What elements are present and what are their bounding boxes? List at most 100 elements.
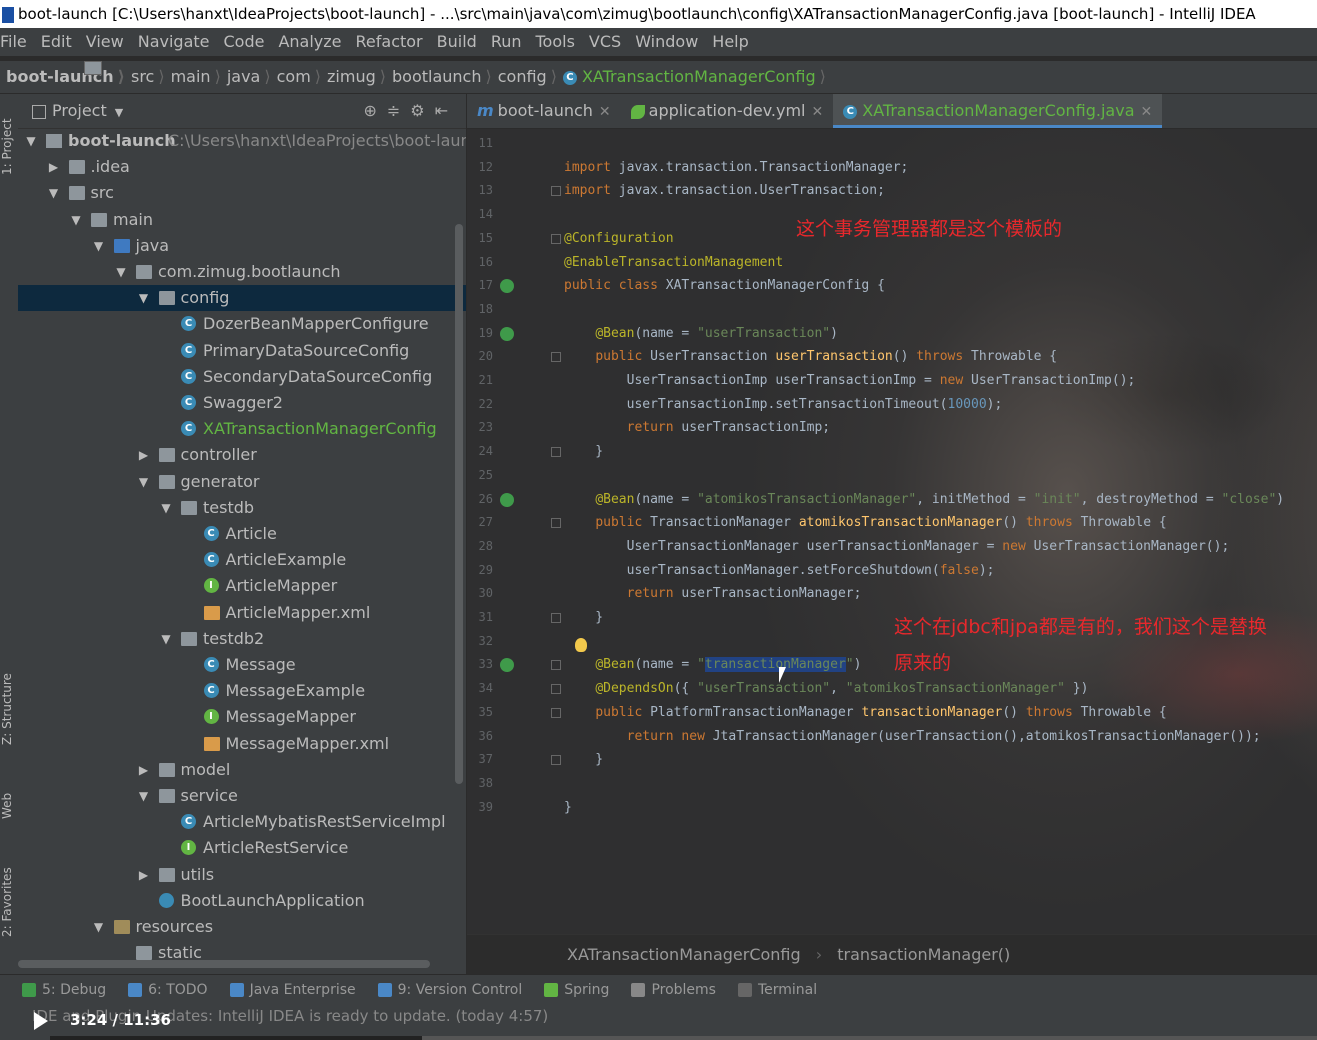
menu-file[interactable]: File: [0, 32, 27, 51]
web-tool-tab[interactable]: Web: [0, 784, 18, 828]
menu-build[interactable]: Build: [437, 32, 477, 51]
bottom-tool-debug[interactable]: 5: Debug: [22, 982, 106, 998]
close-icon[interactable]: ✕: [812, 104, 824, 120]
bottom-tool-spring[interactable]: Spring: [544, 982, 609, 998]
nav-crumb[interactable]: java ⟩: [84, 61, 271, 93]
tree-item[interactable]: ▼ resources: [18, 914, 466, 940]
tree-item[interactable]: ▼ boot-launch C:\Users\hanxt\IdeaProjects\…: [18, 128, 466, 154]
tree-item[interactable]: ▼ generator: [18, 469, 466, 495]
tree-item[interactable]: I ArticleRestService: [18, 835, 466, 861]
chevron-down-icon[interactable]: ▼: [137, 469, 151, 495]
menu-code[interactable]: Code: [224, 32, 265, 51]
tree-item[interactable]: ▼ java: [18, 233, 466, 259]
chevron-down-icon[interactable]: ▼: [69, 207, 83, 233]
favorites-tool-tab[interactable]: 2: Favorites: [0, 862, 18, 942]
menu-vcs[interactable]: VCS: [589, 32, 621, 51]
bottom-tool-todo[interactable]: 6: TODO: [128, 982, 208, 998]
project-view-dropdown[interactable]: Project: [52, 101, 107, 120]
tree-item[interactable]: C DozerBeanMapperConfigure: [18, 311, 466, 337]
close-icon[interactable]: ✕: [1141, 104, 1153, 120]
chevron-right-icon[interactable]: ▶: [137, 442, 151, 468]
tree-item[interactable]: ▼ testdb: [18, 495, 466, 521]
chevron-down-icon[interactable]: ▼: [114, 259, 128, 285]
structure-tool-tab[interactable]: Z: Structure: [0, 664, 18, 754]
tree-horizontal-scrollbar[interactable]: [18, 960, 430, 968]
menu-navigate[interactable]: Navigate: [138, 32, 210, 51]
chevron-down-icon[interactable]: ▼: [159, 495, 173, 521]
bottom-tool-terminal[interactable]: Terminal: [737, 982, 817, 998]
nav-crumb[interactable]: config ⟩: [84, 61, 557, 93]
bottom-tool-version-control[interactable]: 9: Version Control: [377, 982, 522, 998]
menu-analyze[interactable]: Analyze: [278, 32, 341, 51]
tree-item[interactable]: ArticleMapper.xml: [18, 600, 466, 626]
editor-tab[interactable]: C XATransactionManagerConfig.java ✕: [833, 94, 1163, 128]
chevron-down-icon[interactable]: ▼: [24, 128, 38, 154]
tree-item[interactable]: ▼ src: [18, 180, 466, 206]
locate-icon[interactable]: ⊕: [363, 101, 386, 120]
chevron-right-icon[interactable]: ▶: [137, 757, 151, 783]
tree-item[interactable]: BootLaunchApplication: [18, 888, 466, 914]
editor-tab[interactable]: application-dev.yml ✕: [621, 94, 834, 128]
tree-item[interactable]: C PrimaryDataSourceConfig: [18, 338, 466, 364]
tree-item[interactable]: C Swagger2: [18, 390, 466, 416]
menu-edit[interactable]: Edit: [41, 32, 72, 51]
menu-tools[interactable]: Tools: [536, 32, 575, 51]
tree-item[interactable]: MessageMapper.xml: [18, 731, 466, 757]
chevron-down-icon[interactable]: ▼: [137, 783, 151, 809]
nav-crumb[interactable]: src ⟩: [84, 61, 165, 93]
tree-vertical-scrollbar[interactable]: [455, 224, 463, 784]
nav-crumb[interactable]: com ⟩: [84, 61, 321, 93]
tree-item[interactable]: ▶ .idea: [18, 154, 466, 180]
tree-item[interactable]: ▶ controller: [18, 442, 466, 468]
hide-panel-icon[interactable]: ⇤: [435, 101, 458, 120]
nav-crumb[interactable]: boot-launch ⟩: [6, 61, 125, 93]
tree-item[interactable]: ▶ model: [18, 757, 466, 783]
nav-crumb[interactable]: zimug ⟩: [84, 61, 386, 93]
tree-item[interactable]: I MessageMapper: [18, 704, 466, 730]
code-area[interactable]: import javax.transaction.TransactionMana…: [467, 128, 1317, 934]
close-icon[interactable]: ✕: [599, 104, 611, 120]
menu-run[interactable]: Run: [491, 32, 522, 51]
tree-item[interactable]: C ArticleMybatisRestServiceImpl: [18, 809, 466, 835]
nav-crumb[interactable]: C XATransactionManagerConfig ⟩: [562, 61, 826, 93]
chevron-down-icon[interactable]: ▼: [115, 106, 123, 119]
tree-item[interactable]: I ArticleMapper: [18, 573, 466, 599]
chevron-down-icon[interactable]: ▼: [47, 180, 61, 206]
menu-refactor[interactable]: Refactor: [356, 32, 423, 51]
tree-item[interactable]: ▼ com.zimug.bootlaunch: [18, 259, 466, 285]
chevron-down-icon[interactable]: ▼: [92, 233, 106, 259]
tree-item[interactable]: ▼ config: [18, 285, 466, 312]
editor-tab[interactable]: m boot-launch ✕: [467, 94, 621, 128]
tree-item[interactable]: C MessageExample: [18, 678, 466, 704]
chevron-right-icon[interactable]: ▶: [137, 862, 151, 888]
tree-item[interactable]: C SecondaryDataSourceConfig: [18, 364, 466, 390]
breadcrumb-method[interactable]: transactionManager(): [837, 945, 1010, 964]
tree-item[interactable]: C Article: [18, 521, 466, 547]
chevron-right-icon[interactable]: ▶: [47, 154, 61, 180]
chevron-down-icon[interactable]: ▼: [159, 626, 173, 652]
menu-help[interactable]: Help: [712, 32, 748, 51]
tree-item[interactable]: ▶ utils: [18, 862, 466, 888]
tree-item[interactable]: ▼ testdb2: [18, 626, 466, 652]
gear-icon[interactable]: ⚙: [410, 101, 434, 120]
video-progress-track[interactable]: [50, 1036, 1317, 1040]
chevron-down-icon[interactable]: ▼: [137, 285, 151, 311]
code-line: public TransactionManager atomikosTransa…: [595, 515, 1167, 531]
tree-item[interactable]: C ArticleExample: [18, 547, 466, 573]
chevron-down-icon[interactable]: ▼: [92, 914, 106, 940]
play-icon[interactable]: [34, 1012, 48, 1030]
tree-item[interactable]: ▼ service: [18, 783, 466, 809]
tree-item[interactable]: C XATransactionManagerConfig: [18, 416, 466, 442]
bottom-tool-java-enterprise[interactable]: Java Enterprise: [229, 982, 356, 998]
tree-item[interactable]: ▼ main: [18, 207, 466, 233]
breadcrumb-class[interactable]: XATransactionManagerConfig: [567, 945, 801, 964]
collapse-all-icon[interactable]: ≑: [387, 101, 410, 120]
nav-crumb[interactable]: main ⟩: [84, 61, 221, 93]
tree-item[interactable]: C Message: [18, 652, 466, 678]
bottom-tool-problems[interactable]: Problems: [631, 982, 716, 998]
lightbulb-icon[interactable]: [575, 638, 587, 652]
nav-crumb[interactable]: bootlaunch ⟩: [84, 61, 492, 93]
menu-view[interactable]: View: [86, 32, 124, 51]
project-tool-tab[interactable]: 1: Project: [0, 108, 18, 186]
menu-window[interactable]: Window: [635, 32, 698, 51]
